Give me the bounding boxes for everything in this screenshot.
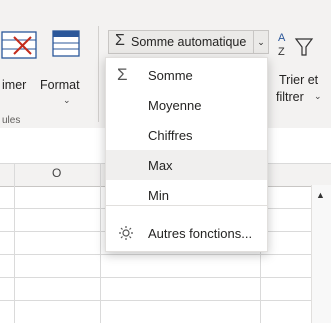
grid-line xyxy=(0,300,311,301)
grid-line xyxy=(0,277,311,278)
autosum-button[interactable]: Σ Somme automatique ⌄ xyxy=(108,30,269,54)
sort-filter-icon[interactable]: A Z xyxy=(276,30,316,60)
sort-label[interactable]: Trier et xyxy=(279,73,318,87)
filter-label[interactable]: filtrer xyxy=(276,90,304,104)
svg-text:Z: Z xyxy=(278,46,285,58)
format-button-label[interactable]: Format xyxy=(40,78,80,92)
format-cells-icon[interactable] xyxy=(51,27,81,59)
menu-item-label: Somme xyxy=(148,68,193,83)
sort-chevron-down-icon[interactable]: ⌄ xyxy=(314,91,322,102)
grid-line xyxy=(14,163,15,323)
svg-text:A: A xyxy=(278,32,286,44)
group-separator xyxy=(98,26,99,122)
function-gear-icon xyxy=(119,226,133,240)
column-header-o[interactable]: O xyxy=(52,166,61,180)
sigma-icon: Σ xyxy=(117,65,128,84)
menu-item-label: Moyenne xyxy=(148,98,202,113)
scroll-up-icon[interactable]: ▲ xyxy=(316,190,325,200)
menu-item-somme[interactable]: Σ Somme xyxy=(106,60,267,90)
autosum-dropdown-menu: Σ Somme Moyenne Chiffres Max Min Autres … xyxy=(105,57,268,252)
delete-cells-icon[interactable] xyxy=(0,27,38,63)
grid-line xyxy=(100,163,101,323)
menu-item-max[interactable]: Max xyxy=(106,150,267,180)
menu-item-autres-fonctions[interactable]: Autres fonctions... xyxy=(106,218,267,248)
menu-separator xyxy=(106,205,267,206)
sigma-icon: Σ xyxy=(115,32,125,49)
menu-item-label: Max xyxy=(148,158,173,173)
menu-item-label: Chiffres xyxy=(148,128,193,143)
vertical-scrollbar[interactable] xyxy=(311,185,331,323)
menu-item-label: Autres fonctions... xyxy=(148,226,253,241)
cells-group-label: ules xyxy=(2,115,21,126)
menu-item-moyenne[interactable]: Moyenne xyxy=(106,90,267,120)
format-chevron-down-icon[interactable]: ⌄ xyxy=(63,95,71,106)
delete-button-label[interactable]: imer xyxy=(2,78,26,92)
chevron-down-icon[interactable]: ⌄ xyxy=(253,31,268,53)
autosum-label: Somme automatique xyxy=(131,35,247,49)
grid-line xyxy=(0,254,311,255)
menu-item-label: Min xyxy=(148,188,169,203)
menu-item-chiffres[interactable]: Chiffres xyxy=(106,120,267,150)
